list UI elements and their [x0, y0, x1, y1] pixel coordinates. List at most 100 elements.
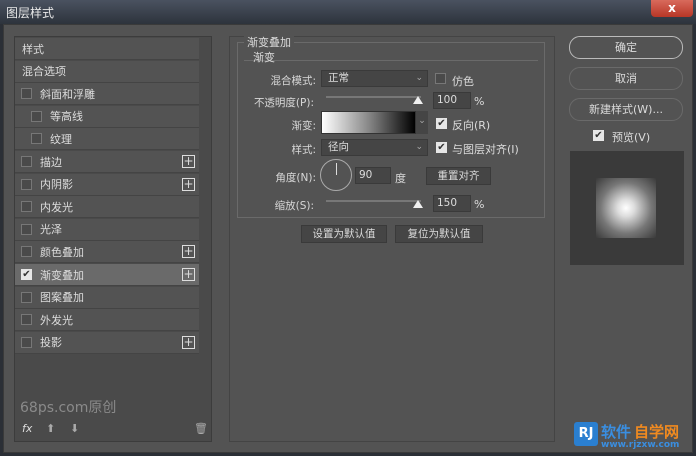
style-item-label: 描边 — [40, 155, 62, 169]
dither-label: 仿色 — [452, 75, 474, 88]
preview-label: 预览(V) — [612, 131, 651, 144]
style-checkbox[interactable] — [21, 336, 32, 348]
opacity-label: 不透明度(P): — [253, 97, 314, 109]
opacity-slider[interactable] — [326, 96, 421, 98]
dither-checkbox[interactable] — [435, 73, 446, 84]
style-item[interactable]: 纹理 — [15, 128, 199, 151]
align-checkbox[interactable]: ✔ — [436, 142, 447, 153]
title-bar[interactable] — [0, 0, 696, 24]
ok-button[interactable]: 确定 — [569, 36, 683, 59]
style-checkbox[interactable] — [21, 201, 32, 213]
add-icon[interactable]: + — [182, 268, 195, 281]
angle-input[interactable]: 90 — [355, 167, 391, 184]
watermark: 68ps.com原创 — [20, 400, 117, 416]
styles-toolbar: fx ⬆ ⬇ 🗑 — [20, 422, 210, 438]
move-down-icon[interactable]: ⬇ — [70, 422, 79, 435]
style-item[interactable]: 斜面和浮雕 — [15, 83, 199, 106]
style-select[interactable]: 径向 ⌄ — [321, 139, 428, 156]
styles-list: 样式混合选项斜面和浮雕等高线纹理描边 + 内阴影 + 内发光光泽颜色叠加 + ✔ 渐变叠加 + 图… — [15, 38, 199, 368]
scale-slider-thumb[interactable] — [413, 200, 423, 208]
move-up-icon[interactable]: ⬆ — [46, 422, 55, 435]
style-item[interactable]: 内阴影 + — [15, 173, 199, 196]
style-item-label: 内发光 — [40, 200, 73, 214]
blend-mode-label: 混合模式: — [270, 75, 316, 87]
reset-align-button[interactable]: 重置对齐 — [426, 167, 491, 185]
fx-button[interactable]: fx — [22, 422, 32, 435]
opacity-unit: % — [474, 95, 485, 108]
reset-default-button[interactable]: 复位为默认值 — [395, 225, 483, 243]
gradient-label: 渐变: — [291, 120, 316, 132]
close-button[interactable]: x — [651, 0, 693, 17]
style-item[interactable]: 光泽 — [15, 218, 199, 241]
scale-unit: % — [474, 198, 485, 211]
style-item[interactable]: 混合选项 — [15, 60, 199, 83]
logo-mark: RJ — [574, 422, 598, 446]
style-item[interactable]: 等高线 — [15, 105, 199, 128]
style-checkbox[interactable] — [21, 291, 32, 303]
group-divider — [244, 60, 538, 61]
style-item-label: 等高线 — [50, 110, 83, 124]
style-checkbox[interactable] — [21, 178, 32, 190]
style-item-label: 内阴影 — [40, 178, 73, 192]
style-item-label: 光泽 — [40, 223, 62, 237]
blend-mode-select[interactable]: 正常 ⌄ — [321, 70, 428, 87]
angle-label: 角度(N): — [275, 172, 316, 184]
style-item[interactable]: ✔ 渐变叠加 + — [15, 264, 199, 286]
style-value: 径向 — [328, 141, 349, 153]
style-checkbox[interactable] — [31, 110, 42, 122]
make-default-button[interactable]: 设置为默认值 — [301, 225, 387, 243]
style-checkbox[interactable] — [21, 156, 32, 167]
style-item-label: 外发光 — [40, 313, 73, 327]
style-item-label: 样式 — [22, 42, 44, 56]
style-checkbox[interactable] — [31, 133, 42, 145]
scale-slider[interactable] — [326, 200, 421, 202]
add-icon[interactable]: + — [182, 335, 195, 349]
style-item-label: 颜色叠加 — [40, 245, 84, 259]
gradient-swatch[interactable] — [321, 111, 416, 134]
add-icon[interactable]: + — [182, 245, 195, 259]
site-logo: RJ 软件 自学网 www.rjzxw.com — [574, 420, 694, 454]
chevron-down-icon: ⌄ — [415, 73, 423, 83]
align-label: 与图层对齐(I) — [452, 143, 519, 156]
gradient-chevron-icon[interactable]: ⌄ — [416, 111, 428, 134]
style-checkbox[interactable] — [21, 88, 32, 100]
scale-label: 缩放(S): — [274, 200, 314, 212]
chevron-down-icon: ⌄ — [415, 142, 423, 152]
opacity-slider-thumb[interactable] — [413, 96, 423, 104]
style-checkbox[interactable]: ✔ — [21, 269, 32, 280]
section-title: 渐变叠加 — [244, 34, 294, 50]
add-icon[interactable]: + — [182, 155, 195, 168]
scale-input[interactable]: 150 — [433, 195, 471, 212]
style-label: 样式: — [291, 144, 316, 156]
blend-mode-value: 正常 — [328, 72, 349, 84]
style-item-label: 投影 — [40, 336, 62, 350]
style-item[interactable]: 样式 — [15, 38, 199, 60]
style-item-label: 混合选项 — [22, 65, 66, 79]
preview-gradient-square — [596, 178, 656, 238]
logo-url: www.rjzxw.com — [601, 440, 680, 450]
cancel-button[interactable]: 取消 — [569, 67, 683, 90]
dialog-title: 图层样式 — [6, 6, 55, 20]
style-item[interactable]: 内发光 — [15, 196, 199, 219]
logo-text-1: 软件 — [601, 423, 632, 441]
style-item[interactable]: 图案叠加 — [15, 286, 199, 309]
style-item[interactable]: 外发光 — [15, 309, 199, 332]
new-style-button[interactable]: 新建样式(W)... — [569, 98, 683, 121]
trash-icon[interactable]: 🗑 — [194, 422, 208, 435]
add-icon[interactable]: + — [182, 177, 195, 191]
style-item-label: 渐变叠加 — [40, 268, 84, 282]
style-item[interactable]: 颜色叠加 + — [15, 241, 199, 264]
style-checkbox[interactable] — [21, 314, 32, 326]
style-item-label: 纹理 — [50, 132, 72, 146]
style-checkbox[interactable] — [21, 223, 32, 235]
preview-checkbox[interactable]: ✔ — [593, 130, 604, 141]
opacity-input[interactable]: 100 — [433, 92, 471, 109]
style-item-label: 图案叠加 — [40, 291, 84, 305]
reverse-checkbox[interactable]: ✔ — [436, 118, 447, 129]
style-item[interactable]: 投影 + — [15, 331, 199, 354]
angle-unit: 度 — [395, 172, 406, 185]
style-item[interactable]: 描边 + — [15, 151, 199, 173]
style-checkbox[interactable] — [21, 246, 32, 258]
angle-dial[interactable] — [320, 159, 352, 191]
angle-needle — [336, 163, 337, 175]
